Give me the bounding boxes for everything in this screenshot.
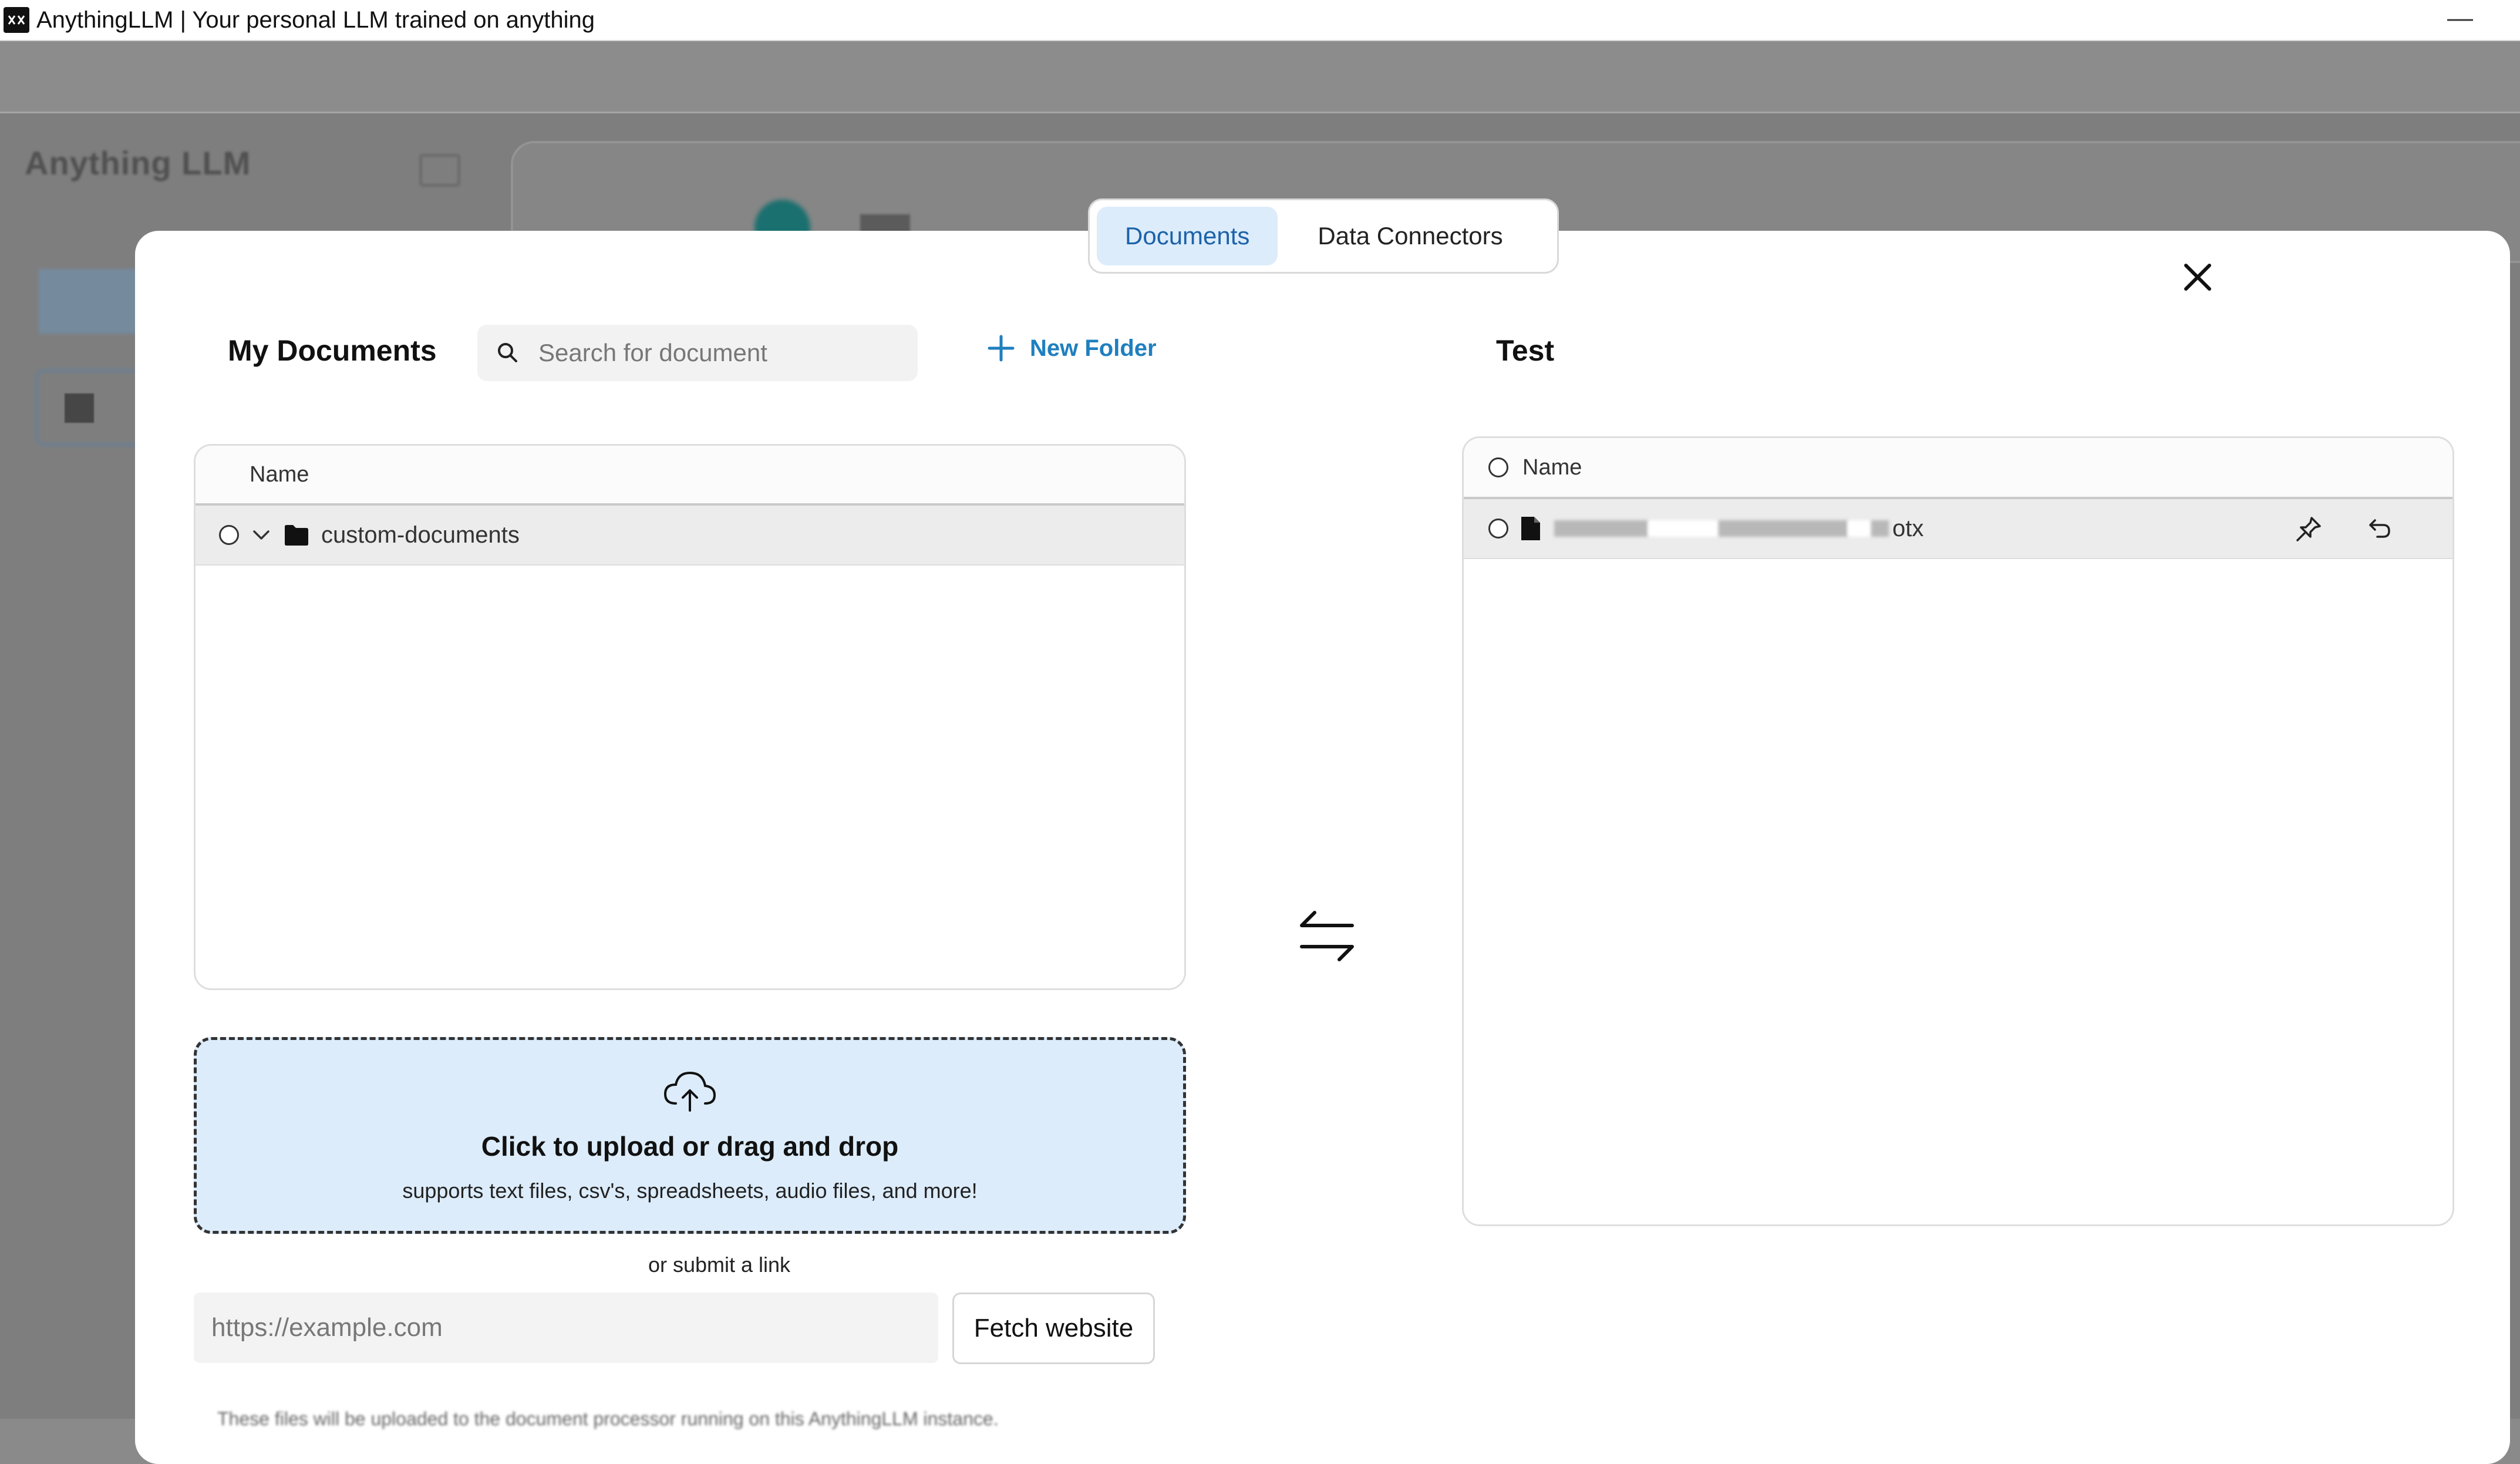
file-row-actions xyxy=(2294,514,2394,544)
table-header: Name xyxy=(196,446,1184,506)
workspace-grid-icon xyxy=(65,393,94,423)
upload-title: Click to upload or drag and drop xyxy=(481,1131,899,1162)
file-name-suffix: otx xyxy=(1892,515,1924,541)
minimize-button[interactable]: — xyxy=(2447,4,2473,33)
search-container xyxy=(477,325,918,381)
redacted-text xyxy=(1871,520,1889,537)
column-name-header: Name xyxy=(1522,455,1582,480)
chevron-down-icon[interactable] xyxy=(251,524,272,546)
folder-icon xyxy=(285,525,308,546)
app-top-strip xyxy=(0,41,2520,113)
close-icon[interactable] xyxy=(2177,257,2218,298)
redacted-text xyxy=(1719,520,1848,537)
search-icon xyxy=(498,343,517,362)
new-folder-button[interactable]: New Folder xyxy=(986,334,1157,363)
window-titlebar: AnythingLLM | Your personal LLM trained … xyxy=(0,0,2520,41)
redacted-text xyxy=(1554,520,1648,537)
app-logo-icon xyxy=(4,7,29,33)
app-logo: Anything LLM xyxy=(25,144,251,181)
upload-subtitle: supports text files, csv's, spreadsheets… xyxy=(402,1179,978,1203)
new-folder-label: New Folder xyxy=(1030,335,1157,361)
upload-dropzone[interactable]: Click to upload or drag and drop support… xyxy=(194,1037,1186,1234)
sidebar-toggle-icon xyxy=(419,154,460,187)
fetch-website-button[interactable]: Fetch website xyxy=(952,1293,1155,1364)
workspace-documents-table: Name otx xyxy=(1462,436,2454,1226)
modal-tabs: Documents Data Connectors xyxy=(1088,198,1559,274)
column-name-header: Name xyxy=(250,462,309,487)
workspace-title: Test xyxy=(1496,334,1555,367)
my-documents-title: My Documents xyxy=(228,334,437,367)
upload-footnote: These files will be uploaded to the docu… xyxy=(217,1408,999,1429)
redacted-text xyxy=(1648,520,1719,537)
tab-data-connectors[interactable]: Data Connectors xyxy=(1289,207,1531,265)
my-documents-table: Name custom-documents xyxy=(194,444,1186,990)
search-input[interactable] xyxy=(537,338,892,368)
swap-arrows-icon[interactable] xyxy=(1295,903,1359,968)
or-submit-link-text: or submit a link xyxy=(648,1253,791,1277)
select-all-checkbox[interactable] xyxy=(1488,457,1508,477)
url-input[interactable] xyxy=(194,1293,938,1363)
folder-row[interactable]: custom-documents xyxy=(196,506,1184,566)
tab-documents[interactable]: Documents xyxy=(1097,207,1278,265)
folder-name: custom-documents xyxy=(321,521,520,548)
pin-icon[interactable] xyxy=(2294,514,2323,544)
new-workspace-button-bg xyxy=(39,269,139,334)
file-name: otx xyxy=(1554,516,1923,542)
file-icon xyxy=(1521,517,1540,540)
file-row[interactable]: otx xyxy=(1464,499,2452,559)
table-header: Name xyxy=(1464,438,2452,499)
file-checkbox[interactable] xyxy=(1488,519,1508,539)
document-manager-modal: My Documents New Folder Test Name custom… xyxy=(135,231,2510,1464)
undo-remove-icon[interactable] xyxy=(2364,514,2394,544)
plus-icon xyxy=(988,335,1015,362)
redacted-text xyxy=(1848,520,1871,537)
cloud-upload-icon xyxy=(663,1071,716,1112)
window-title: AnythingLLM | Your personal LLM trained … xyxy=(36,6,595,33)
folder-checkbox[interactable] xyxy=(219,525,239,545)
